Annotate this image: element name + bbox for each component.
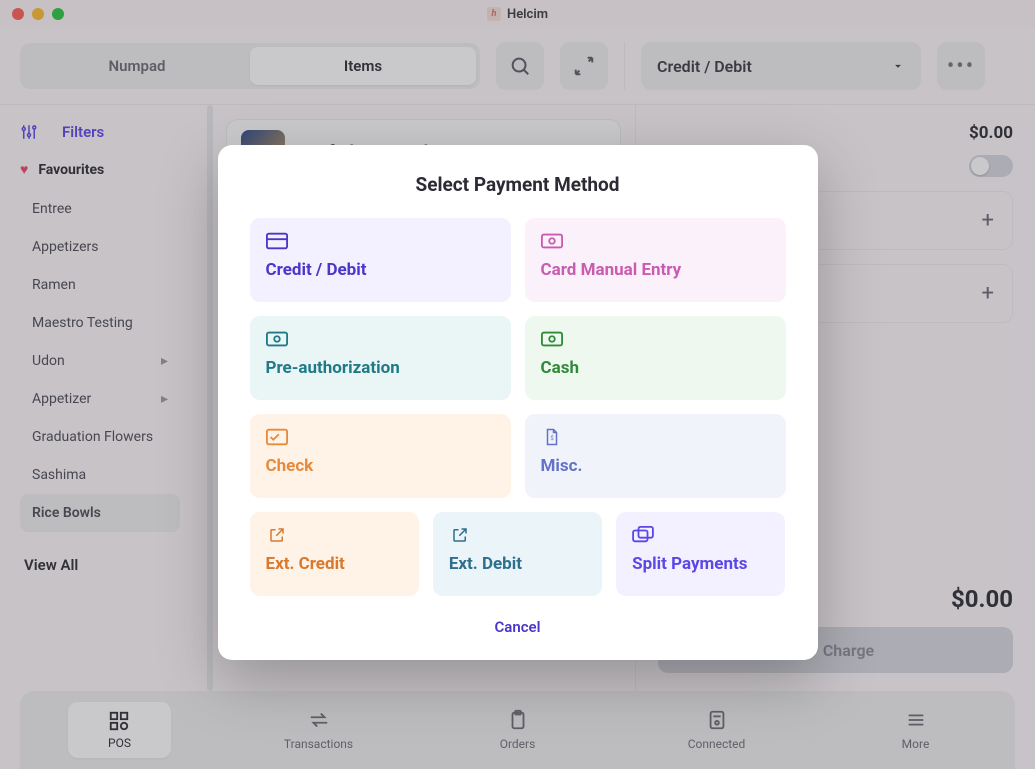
- payment-method-preauth[interactable]: Pre-authorization: [250, 316, 511, 400]
- payment-method-credit-debit[interactable]: Credit / Debit: [250, 218, 511, 302]
- modal-overlay[interactable]: Select Payment Method Credit / Debit Car…: [0, 0, 1035, 769]
- modal-title: Select Payment Method: [250, 173, 786, 196]
- payment-method-label: Check: [266, 456, 495, 476]
- payment-method-split[interactable]: Split Payments: [616, 512, 785, 596]
- payment-method-modal: Select Payment Method Credit / Debit Car…: [218, 145, 818, 660]
- payment-method-ext-credit[interactable]: Ext. Credit: [250, 512, 419, 596]
- payment-method-ext-debit[interactable]: Ext. Debit: [433, 512, 602, 596]
- payment-method-label: Misc.: [541, 456, 770, 476]
- split-icon: [632, 526, 654, 544]
- cash-icon: [541, 330, 563, 348]
- cash-icon: [541, 232, 563, 250]
- payment-method-label: Card Manual Entry: [541, 260, 770, 280]
- external-icon: [266, 526, 288, 544]
- payment-method-label: Credit / Debit: [266, 260, 495, 280]
- payment-method-cash[interactable]: Cash: [525, 316, 786, 400]
- svg-text:$: $: [550, 435, 554, 442]
- payment-method-card-manual[interactable]: Card Manual Entry: [525, 218, 786, 302]
- check-icon: [266, 428, 288, 446]
- payment-method-label: Ext. Credit: [266, 554, 403, 574]
- payment-method-label: Ext. Debit: [449, 554, 586, 574]
- payment-method-check[interactable]: Check: [250, 414, 511, 498]
- payment-method-label: Cash: [541, 358, 770, 378]
- payment-method-label: Split Payments: [632, 554, 769, 574]
- payment-method-label: Pre-authorization: [266, 358, 495, 378]
- document-icon: $: [541, 428, 563, 446]
- payment-method-misc[interactable]: $ Misc.: [525, 414, 786, 498]
- card-icon: [266, 232, 288, 250]
- external-icon: [449, 526, 471, 544]
- modal-cancel-button[interactable]: Cancel: [250, 618, 786, 636]
- cash-icon: [266, 330, 288, 348]
